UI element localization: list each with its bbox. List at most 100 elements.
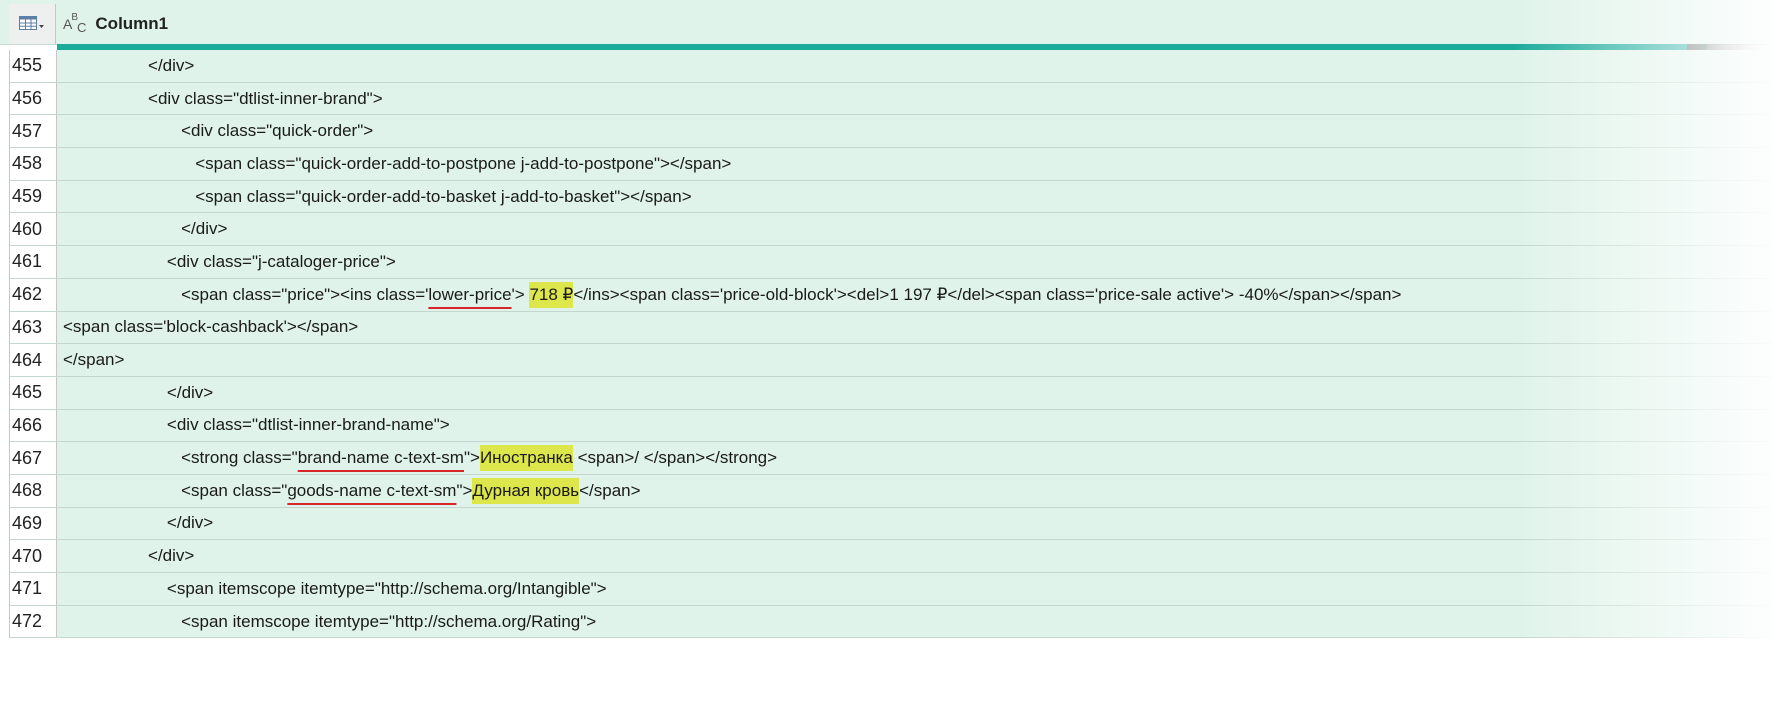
highlighted-value: 718 ₽ xyxy=(529,281,574,308)
table-row[interactable]: 472 <span itemscope itemtype="http://sch… xyxy=(9,605,1772,639)
row-number[interactable]: 463 xyxy=(9,311,57,344)
table-row[interactable]: 455 </div> xyxy=(9,50,1772,83)
column1-cell[interactable]: </div> xyxy=(57,50,1772,82)
row-number[interactable]: 455 xyxy=(9,50,57,82)
column-header-bar: ABC Column1 xyxy=(0,0,1772,45)
table-row[interactable]: 459 <span class="quick-order-add-to-bask… xyxy=(9,180,1772,214)
table-row[interactable]: 469 </div> xyxy=(9,507,1772,541)
table-row[interactable]: 457 <div class="quick-order"> xyxy=(9,115,1772,149)
cell-text: <span>/ </span></strong> xyxy=(572,448,778,468)
row-number[interactable]: 465 xyxy=(9,376,57,409)
column1-cell[interactable]: </div> xyxy=(57,376,1772,409)
row-number[interactable]: 461 xyxy=(9,246,57,278)
table-row[interactable]: 456 <div class="dtlist-inner-brand"> xyxy=(9,82,1772,116)
table-row[interactable]: 458 <span class="quick-order-add-to-post… xyxy=(9,148,1772,181)
column1-cell[interactable]: <span class=" goods-name c-text-sm " > Дурна… xyxy=(57,474,1772,507)
table-row[interactable]: 463 <span class='block-cashback'></span> xyxy=(9,311,1772,345)
table-row[interactable]: 464 </span> xyxy=(9,344,1772,377)
cell-indent xyxy=(63,383,167,403)
cell-text: <div class="quick-order"> xyxy=(181,121,374,141)
bottom-edge-fade xyxy=(0,679,1772,719)
row-number[interactable]: 460 xyxy=(9,213,57,246)
cell-text: > xyxy=(470,448,480,468)
cell-text: <strong class=" xyxy=(181,448,298,468)
data-rows: 455 </div> 456 <div class="dtlist-inner-b… xyxy=(9,50,1772,639)
cell-text: <span itemscope itemtype="http://schema.… xyxy=(166,578,607,598)
row-number[interactable]: 472 xyxy=(9,605,57,638)
cell-text: <span class="price"><ins class=' xyxy=(181,284,429,304)
column1-cell[interactable]: <strong class=" brand-name c-text-sm " > Ино… xyxy=(57,442,1772,474)
column1-cell[interactable]: <span itemscope itemtype="http://schema.… xyxy=(57,573,1772,605)
row-number[interactable]: 470 xyxy=(9,540,57,572)
row-number[interactable]: 457 xyxy=(9,115,57,148)
cell-text: <span class='block-cashback'></span> xyxy=(63,317,359,337)
column1-cell[interactable]: </div> xyxy=(57,540,1772,572)
column1-header[interactable]: ABC Column1 xyxy=(57,4,168,44)
row-number[interactable]: 466 xyxy=(9,409,57,442)
column1-cell[interactable]: <div class="j-cataloger-price"> xyxy=(57,246,1772,278)
type-icon-a: A xyxy=(63,16,72,32)
column1-cell[interactable]: <span class='block-cashback'></span> xyxy=(57,311,1772,344)
cell-indent xyxy=(63,448,181,468)
cell-text: </div> xyxy=(148,55,195,75)
cell-text: <div class="j-cataloger-price"> xyxy=(166,251,396,271)
highlighted-value: Дурная кровь xyxy=(472,477,580,504)
cell-text: </span> xyxy=(63,350,125,370)
cell-text: </div> xyxy=(166,513,214,533)
cell-text: </div> xyxy=(166,382,214,402)
column1-cell[interactable]: <div class="dtlist-inner-brand-name"> xyxy=(57,409,1772,442)
underlined-class-name: lower-price xyxy=(428,284,512,304)
column1-cell[interactable]: <span class="quick-order-add-to-postpone… xyxy=(57,148,1772,180)
row-number[interactable]: 468 xyxy=(9,474,57,507)
cell-indent xyxy=(63,154,195,174)
column1-cell[interactable]: </div> xyxy=(57,507,1772,540)
row-number[interactable]: 467 xyxy=(9,442,57,474)
query-editor-grid: ABC Column1 455 </div> 456 <div class="dt… xyxy=(0,0,1772,719)
row-number[interactable]: 464 xyxy=(9,344,57,376)
cell-indent xyxy=(63,612,181,632)
table-row[interactable]: 471 <span itemscope itemtype="http://sch… xyxy=(9,573,1772,606)
cell-text: <span itemscope itemtype="http://schema.… xyxy=(181,611,597,631)
column1-cell[interactable]: <div class="dtlist-inner-brand"> xyxy=(57,82,1772,115)
row-number[interactable]: 458 xyxy=(9,148,57,180)
cell-indent xyxy=(63,546,148,566)
column1-cell[interactable]: </div> xyxy=(57,213,1772,246)
column1-cell[interactable]: <span class="quick-order-add-to-basket j… xyxy=(57,180,1772,213)
column1-cell[interactable]: <div class="quick-order"> xyxy=(57,115,1772,148)
table-row[interactable]: 461 <div class="j-cataloger-price"> xyxy=(9,246,1772,279)
cell-indent xyxy=(63,285,181,305)
table-row[interactable]: 462 <span class="price"><ins class=' lowe… xyxy=(9,278,1772,312)
column1-cell[interactable]: </span> xyxy=(57,344,1772,376)
underlined-class-name: brand-name c-text-sm xyxy=(297,448,464,468)
type-icon-c: C xyxy=(77,20,86,35)
row-number[interactable]: 456 xyxy=(9,82,57,115)
cell-indent xyxy=(63,187,195,207)
table-row[interactable]: 468 <span class=" goods-name c-text-sm " > Д… xyxy=(9,474,1772,508)
table-row[interactable]: 466 <div class="dtlist-inner-brand-name"… xyxy=(9,409,1772,443)
cell-text: <span class="quick-order-add-to-basket j… xyxy=(195,186,692,206)
table-row[interactable]: 467 <strong class=" brand-name c-text-sm "… xyxy=(9,442,1772,475)
cell-indent xyxy=(63,579,167,599)
cell-text: </div> xyxy=(181,219,228,239)
column1-cell[interactable]: <span itemscope itemtype="http://schema.… xyxy=(57,605,1772,638)
underlined-class-name: goods-name c-text-sm xyxy=(287,480,457,500)
cell-indent xyxy=(63,121,181,141)
row-number[interactable]: 462 xyxy=(9,278,57,311)
table-row[interactable]: 470 </div> xyxy=(9,540,1772,573)
row-number[interactable]: 469 xyxy=(9,507,57,540)
text-type-icon[interactable]: ABC xyxy=(63,12,86,35)
row-number[interactable]: 471 xyxy=(9,573,57,605)
table-menu-button[interactable] xyxy=(9,4,56,44)
cell-text: > xyxy=(514,284,530,304)
cell-text: <span class=" xyxy=(181,480,288,500)
cell-indent xyxy=(63,481,181,501)
row-number[interactable]: 459 xyxy=(9,180,57,213)
cell-indent xyxy=(63,415,167,435)
cell-indent xyxy=(63,513,167,533)
column1-cell[interactable]: <span class="price"><ins class=' lower-pr… xyxy=(57,278,1772,311)
column-title: Column1 xyxy=(95,14,169,33)
cell-text: > xyxy=(462,480,473,500)
table-row[interactable]: 465 </div> xyxy=(9,376,1772,410)
table-row[interactable]: 460 </div> xyxy=(9,213,1772,247)
highlighted-value: Иностранка xyxy=(479,445,573,472)
